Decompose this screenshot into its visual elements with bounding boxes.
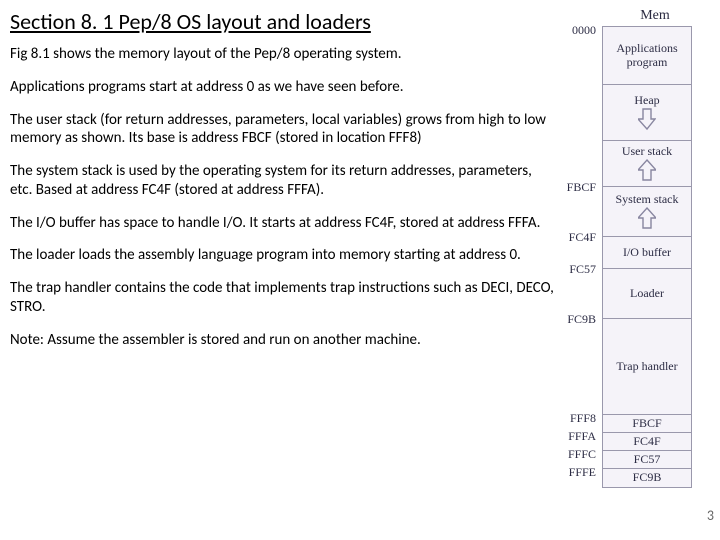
- segment-system-stack: System stack: [603, 187, 691, 237]
- diagram-column: Mem Applications program Heap User stack: [560, 0, 720, 540]
- segment-value: FC9B: [633, 471, 662, 484]
- address-label: FC57: [560, 262, 600, 277]
- memory-column: Applications program Heap User stack: [602, 26, 692, 488]
- paragraph: The user stack (for return addresses, pa…: [10, 111, 554, 149]
- paragraph: The trap handler contains the code that …: [10, 279, 554, 317]
- address-label: FFFA: [560, 429, 600, 444]
- paragraph: The loader loads the assembly language p…: [10, 246, 554, 265]
- segment-row: FBCF: [603, 415, 691, 433]
- segment-row: FC4F: [603, 433, 691, 451]
- diagram-title: Mem: [598, 8, 712, 24]
- address-label: 0000: [560, 23, 600, 38]
- address-label: FC4F: [560, 230, 600, 245]
- address-label: FBCF: [560, 180, 600, 195]
- paragraph: Fig 8.1 shows the memory layout of the P…: [10, 45, 554, 64]
- segment-applications: Applications program: [603, 27, 691, 85]
- paragraph: The I/O buffer has space to handle I/O. …: [10, 214, 554, 233]
- address-label: FFFC: [560, 447, 600, 462]
- page-number: 3: [707, 507, 714, 524]
- segment-label: User stack: [622, 145, 672, 158]
- segment-row: FC9B: [603, 469, 691, 487]
- segment-label: System stack: [616, 193, 679, 206]
- section-title: Section 8. 1 Pep/8 OS layout and loaders: [10, 8, 554, 35]
- segment-value: FC4F: [633, 435, 660, 448]
- segment-label: Heap: [634, 94, 659, 107]
- paragraph: Note: Assume the assembler is stored and…: [10, 331, 554, 350]
- segment-value: FBCF: [632, 417, 661, 430]
- segment-trap-handler: Trap handler: [603, 319, 691, 415]
- address-label: FC9B: [560, 312, 600, 327]
- segment-loader: Loader: [603, 269, 691, 319]
- address-label: FFFE: [560, 465, 600, 480]
- segment-io-buffer: I/O buffer: [603, 237, 691, 269]
- arrow-up-icon: [638, 206, 656, 230]
- paragraph: The system stack is used by the operatin…: [10, 162, 554, 200]
- address-label: FFF8: [560, 411, 600, 426]
- segment-value: FC57: [634, 453, 661, 466]
- arrow-up-icon: [638, 158, 656, 182]
- arrow-down-icon: [638, 107, 656, 131]
- paragraph: Applications programs start at address 0…: [10, 78, 554, 97]
- segment-user-stack: User stack: [603, 141, 691, 187]
- segment-heap: Heap: [603, 85, 691, 141]
- segment-row: FC57: [603, 451, 691, 469]
- text-column: Section 8. 1 Pep/8 OS layout and loaders…: [0, 0, 560, 540]
